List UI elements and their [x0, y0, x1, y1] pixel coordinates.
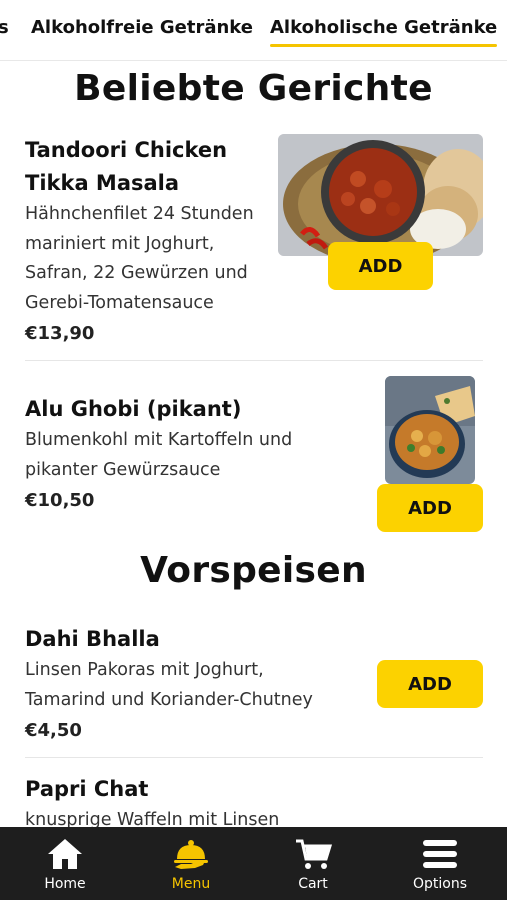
item-description-line: mariniert mit Joghurt, [25, 233, 215, 254]
item-description-line: Safran, 22 Gewürzen und [25, 263, 248, 283]
item-name-line: Tandoori Chicken [25, 138, 228, 162]
item-description: Linsen Pakoras mit Joghurt, Tamarind und… [25, 656, 370, 715]
item-name: Dahi Bhalla [25, 623, 370, 656]
nav-label: Cart [298, 876, 328, 892]
item-name: Alu Ghobi (pikant) [25, 393, 365, 426]
menu-item: Tandoori Chicken Tikka Masala Hähnchenfi… [25, 134, 285, 349]
nav-options[interactable]: Options [377, 827, 503, 900]
nav-label: Options [412, 876, 468, 892]
tikka-masala-photo [278, 134, 483, 256]
item-price: €4,50 [25, 720, 82, 741]
item-name-line: Alu Ghobi (pikant) [25, 397, 242, 421]
cart-icon [296, 839, 332, 869]
item-description-line: Gerebi-Tomatensauce [25, 292, 214, 313]
section-title-beliebte-gerichte: Beliebte Gerichte [74, 68, 433, 109]
menu-item: Dahi Bhalla Linsen Pakoras mit Joghurt, … [25, 623, 370, 746]
tab-previous-partial[interactable]: s [0, 17, 9, 38]
nav-label: Menu [171, 876, 211, 892]
add-button[interactable]: ADD [377, 660, 483, 708]
add-button[interactable]: ADD [328, 242, 433, 290]
hamburger-icon [423, 840, 457, 868]
tab-alkoholfreie-getraenke[interactable]: Alkoholfreie Getränke [31, 17, 253, 38]
category-tabs: s Alkoholfreie Getränke Alkoholische Get… [0, 0, 507, 61]
menu-cloche-icon [174, 840, 208, 869]
item-name: Tandoori Chicken Tikka Masala [25, 134, 285, 200]
tab-label: Alkoholische Getränke [270, 17, 498, 38]
add-button[interactable]: ADD [377, 484, 483, 532]
nav-menu[interactable]: Menu [128, 827, 254, 900]
item-name-line: Tikka Masala [25, 171, 180, 195]
item-price: €13,90 [25, 323, 95, 344]
item-description-line: Blumenkohl mit Kartoffeln und [25, 430, 293, 450]
alu-ghobi-photo [385, 376, 475, 484]
item-description: Hähnchenfilet 24 Stunden mariniert mit J… [25, 200, 285, 318]
item-description-line: Hähnchenfilet 24 Stunden [25, 204, 254, 224]
item-description-line: pikanter Gewürzsauce [25, 459, 221, 480]
item-name-line: Dahi Bhalla [25, 627, 160, 651]
home-icon [48, 839, 82, 869]
nav-label: Home [44, 876, 86, 892]
active-tab-indicator [270, 44, 498, 47]
item-name: Papri Chat [25, 773, 370, 806]
item-price: €10,50 [25, 490, 95, 511]
item-name-line: Papri Chat [25, 777, 149, 801]
item-divider [25, 757, 483, 758]
menu-item: Alu Ghobi (pikant) Blumenkohl mit Kartof… [25, 393, 365, 516]
nav-cart[interactable]: Cart [250, 827, 376, 900]
item-divider [25, 360, 483, 361]
item-description-line: Tamarind und Koriander-Chutney [25, 689, 313, 710]
item-description-line: Linsen Pakoras mit Joghurt, [25, 660, 264, 680]
item-description: Blumenkohl mit Kartoffeln und pikanter G… [25, 426, 365, 485]
bottom-navigation: Home Menu Cart Options [0, 827, 507, 900]
nav-home[interactable]: Home [2, 827, 128, 900]
tab-alkoholische-getraenke[interactable]: Alkoholische Getränke [270, 17, 498, 47]
section-title-vorspeisen: Vorspeisen [140, 550, 367, 591]
